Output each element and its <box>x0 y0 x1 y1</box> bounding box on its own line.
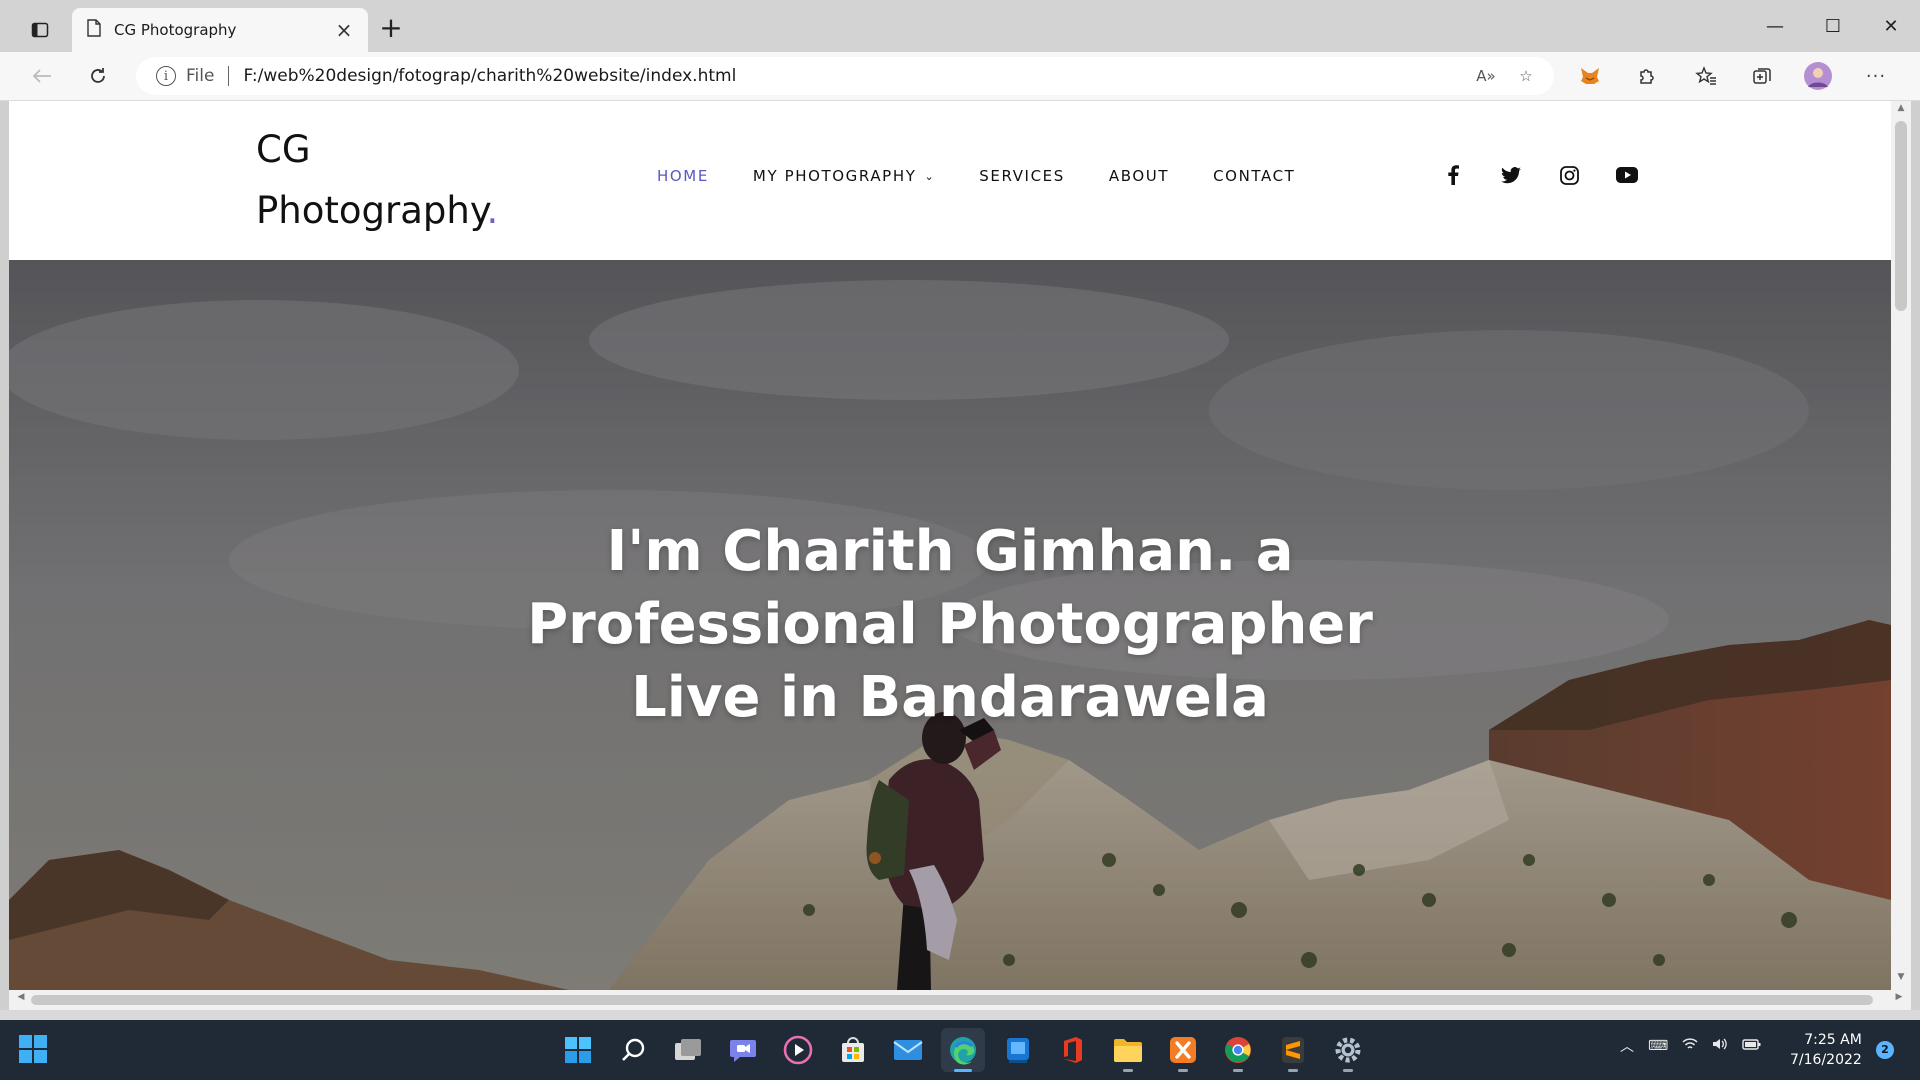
new-tab-icon[interactable]: + <box>376 14 406 44</box>
main-navigation: HOME MY PHOTOGRAPHY ⌄ SERVICES ABOUT CONT… <box>657 167 1339 185</box>
logo-line-2: Photography <box>256 189 487 232</box>
clock-time: 7:25 AM <box>1804 1032 1862 1048</box>
file-explorer-icon[interactable] <box>1106 1028 1150 1072</box>
url-scheme: File <box>186 66 215 86</box>
search-icon[interactable] <box>611 1028 655 1072</box>
nav-home[interactable]: HOME <box>657 167 709 185</box>
web-page: CG Photography. HOME MY PHOTOGRAPHY ⌄ SER… <box>9 101 1891 990</box>
tab-actions-icon[interactable] <box>20 12 60 48</box>
nav-about[interactable]: ABOUT <box>1109 167 1169 185</box>
windows-start-icon[interactable] <box>18 1034 50 1066</box>
taskbar-clock[interactable]: 7:25 AM 7/16/2022 <box>1790 1030 1862 1070</box>
nav-contact[interactable]: CONTACT <box>1213 167 1295 185</box>
vertical-scrollbar[interactable]: ▲ ▼ <box>1891 101 1911 990</box>
social-links <box>1439 161 1641 189</box>
close-window-icon[interactable]: ✕ <box>1862 0 1920 52</box>
start-menu-icon[interactable] <box>556 1028 600 1072</box>
logo-dot: . <box>486 189 499 232</box>
hero-line-3: Live in Bandarawela <box>631 665 1269 730</box>
more-options-icon[interactable]: ··· <box>1860 60 1892 92</box>
chevron-up-icon[interactable]: ︿ <box>1620 1036 1634 1056</box>
chevron-down-icon: ⌄ <box>924 169 936 183</box>
media-player-icon[interactable] <box>776 1028 820 1072</box>
office-icon[interactable] <box>1051 1028 1095 1072</box>
horizontal-scroll-thumb[interactable] <box>31 995 1873 1005</box>
hero-line-1: I'm Charith Gimhan. a <box>606 519 1294 584</box>
scroll-left-icon[interactable]: ◀ <box>13 992 29 1002</box>
scroll-right-icon[interactable]: ▶ <box>1891 992 1907 1002</box>
windows-sandbox-icon[interactable] <box>996 1028 1040 1072</box>
metamask-extension-icon[interactable] <box>1574 60 1606 92</box>
window-controls: — ☐ ✕ <box>1746 0 1920 52</box>
logo-line-1: CG <box>256 128 311 171</box>
add-favorite-icon[interactable]: ☆ <box>1512 62 1540 90</box>
collections-icon[interactable] <box>1746 60 1778 92</box>
extensions-icon[interactable] <box>1630 60 1662 92</box>
scroll-up-icon[interactable]: ▲ <box>1891 103 1911 119</box>
browser-toolbar: i File F:/web%20design/fotograp/charith%… <box>0 52 1920 101</box>
hero-section: I'm Charith Gimhan. a Professional Photo… <box>9 260 1891 990</box>
browser-tab-bar: CG Photography × + — ☐ ✕ <box>0 0 1920 52</box>
facebook-icon[interactable] <box>1439 161 1467 189</box>
notification-badge[interactable]: 2 <box>1876 1041 1894 1059</box>
twitter-icon[interactable] <box>1497 161 1525 189</box>
youtube-icon[interactable] <box>1613 161 1641 189</box>
url-text[interactable]: F:/web%20design/fotograp/charith%20websi… <box>243 66 736 86</box>
system-tray: ︿ ⌨ <box>1620 1036 1762 1056</box>
settings-icon[interactable] <box>1326 1028 1370 1072</box>
xampp-icon[interactable] <box>1161 1028 1205 1072</box>
hero-line-2: Professional Photographer <box>527 592 1373 657</box>
mail-icon[interactable] <box>886 1028 930 1072</box>
nav-my-photography[interactable]: MY PHOTOGRAPHY ⌄ <box>753 167 935 185</box>
nav-my-photography-label: MY PHOTOGRAPHY <box>752 167 917 185</box>
edge-browser-icon[interactable] <box>941 1028 985 1072</box>
refresh-icon[interactable] <box>82 60 114 92</box>
page-icon <box>86 19 102 41</box>
horizontal-scrollbar[interactable]: ◀ ▶ <box>9 990 1911 1010</box>
instagram-icon[interactable] <box>1555 161 1583 189</box>
scroll-down-icon[interactable]: ▼ <box>1891 972 1911 988</box>
clock-date: 7/16/2022 <box>1790 1052 1862 1068</box>
chrome-icon[interactable] <box>1216 1028 1260 1072</box>
hero-heading: I'm Charith Gimhan. a Professional Photo… <box>9 515 1891 734</box>
profile-avatar-icon[interactable] <box>1802 60 1834 92</box>
minimize-icon[interactable]: — <box>1746 0 1804 52</box>
window-bottom-edge <box>0 1010 1920 1020</box>
info-icon[interactable]: i <box>156 66 176 86</box>
close-tab-icon[interactable]: × <box>332 18 356 42</box>
volume-icon[interactable] <box>1712 1037 1728 1055</box>
wifi-icon[interactable] <box>1682 1037 1698 1055</box>
sublime-text-icon[interactable] <box>1271 1028 1315 1072</box>
read-aloud-icon[interactable]: A» <box>1472 62 1500 90</box>
teams-chat-icon[interactable] <box>721 1028 765 1072</box>
back-arrow-icon[interactable] <box>26 60 58 92</box>
microsoft-store-icon[interactable] <box>831 1028 875 1072</box>
maximize-icon[interactable]: ☐ <box>1804 0 1862 52</box>
site-logo[interactable]: CG Photography. <box>256 119 498 241</box>
nav-services[interactable]: SERVICES <box>979 167 1065 185</box>
task-view-icon[interactable] <box>666 1028 710 1072</box>
battery-icon[interactable] <box>1742 1037 1762 1055</box>
browser-tab[interactable]: CG Photography × <box>72 8 368 52</box>
address-bar[interactable]: i File F:/web%20design/fotograp/charith%… <box>136 57 1554 95</box>
taskbar: ︿ ⌨ 7:25 AM 7/16/2022 2 <box>0 1020 1920 1080</box>
vertical-scroll-thumb[interactable] <box>1895 121 1907 311</box>
tab-title: CG Photography <box>114 21 237 39</box>
keyboard-icon[interactable]: ⌨ <box>1648 1038 1668 1054</box>
address-separator <box>228 66 230 86</box>
site-header: CG Photography. HOME MY PHOTOGRAPHY ⌄ SER… <box>9 101 1891 260</box>
favorites-icon[interactable] <box>1690 60 1722 92</box>
